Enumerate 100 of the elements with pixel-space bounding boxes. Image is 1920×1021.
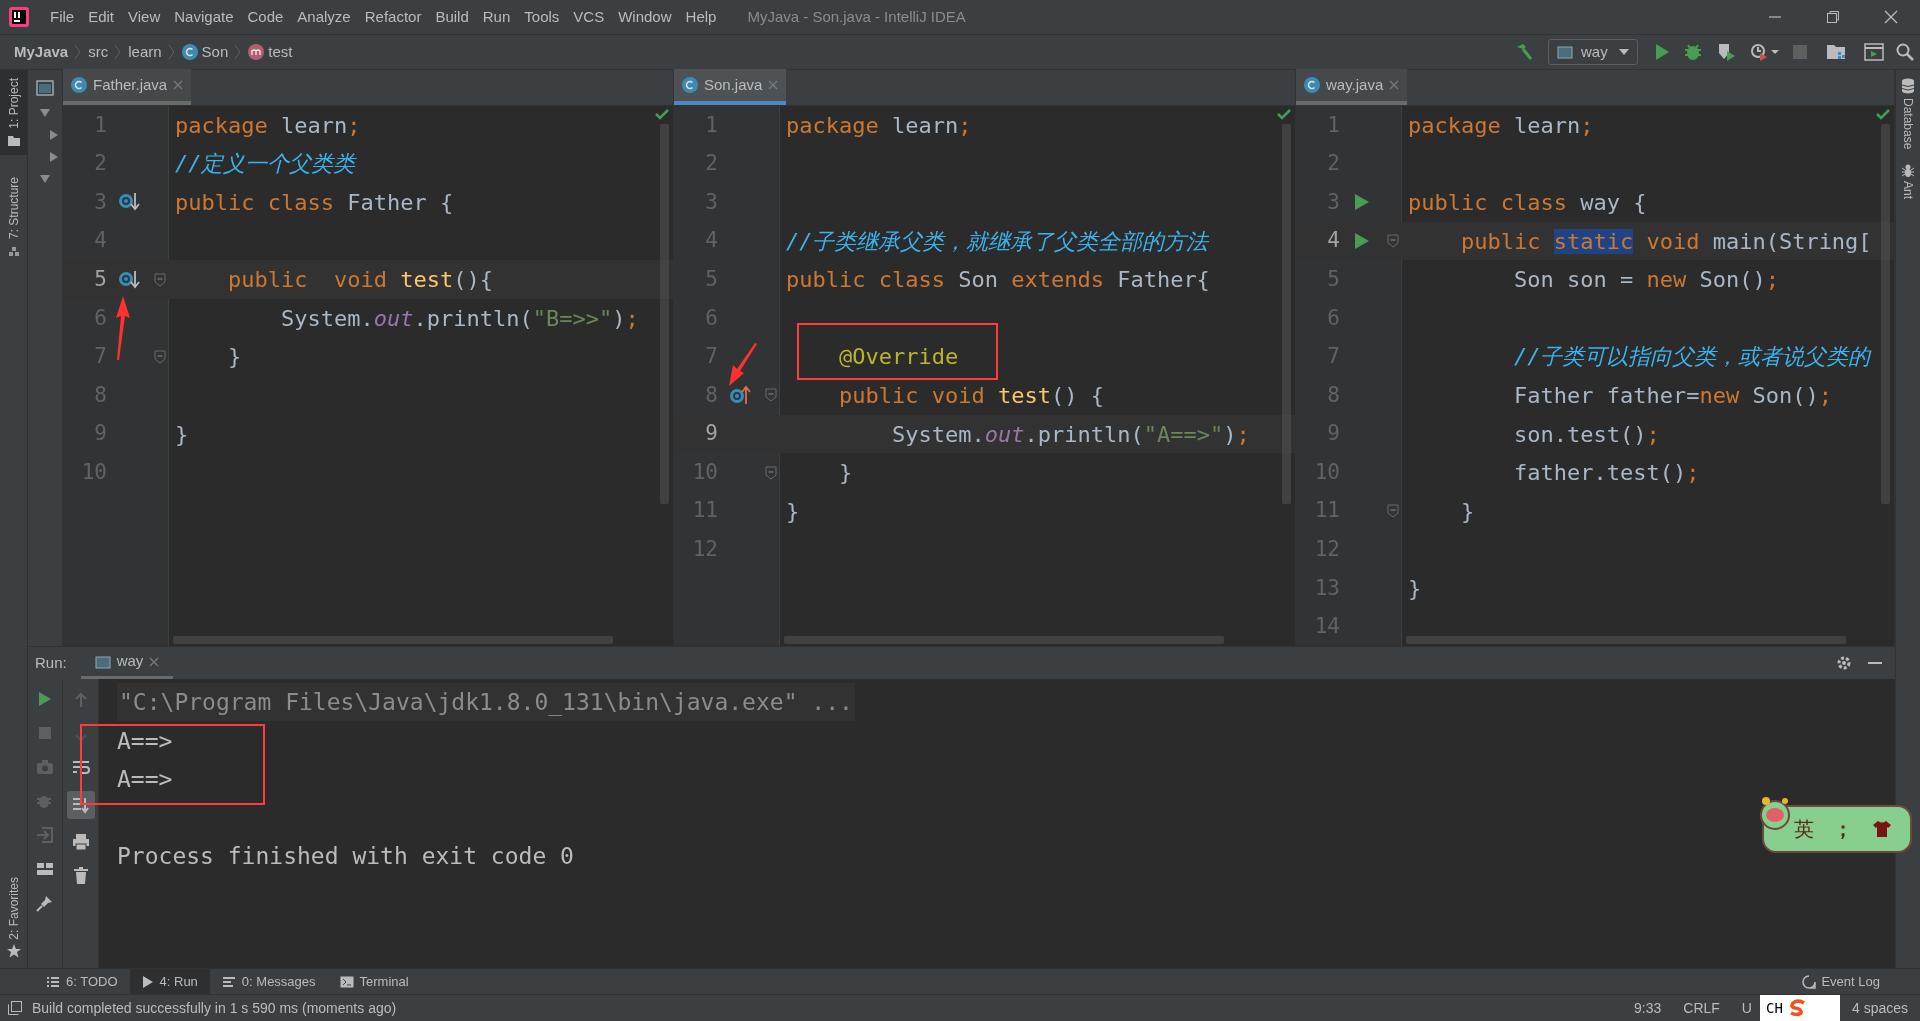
clock-icon[interactable]: [1750, 42, 1780, 62]
toggle-panels-icon[interactable]: [8, 1001, 22, 1015]
collapse-arrow-icon[interactable]: [49, 130, 59, 140]
fold-icon[interactable]: [765, 465, 777, 480]
trash-icon[interactable]: [72, 867, 89, 885]
menu-item[interactable]: Code: [240, 5, 291, 29]
scrollbar[interactable]: [1881, 124, 1890, 504]
menu-item[interactable]: Tools: [517, 5, 567, 29]
star-icon: [6, 944, 21, 958]
scroll-to-end-button[interactable]: [66, 791, 95, 819]
code-line: }: [1459, 498, 1475, 524]
run-icon[interactable]: [38, 691, 52, 707]
window-run-icon[interactable]: [1864, 43, 1884, 61]
caret-icon: [1619, 49, 1629, 55]
fold-icon[interactable]: [1387, 504, 1399, 519]
panel-toggle-icon[interactable]: [36, 80, 54, 96]
pin-icon[interactable]: [36, 894, 54, 912]
settings-icon[interactable]: [1836, 655, 1852, 671]
run-icon[interactable]: [1354, 193, 1370, 212]
expand-arrow-icon[interactable]: [40, 174, 50, 184]
menu-item[interactable]: View: [121, 5, 168, 29]
code-line: //定义一个父类类: [175, 151, 356, 177]
breadcrumb-item[interactable]: learn: [128, 40, 162, 64]
up-arrow-icon[interactable]: [73, 692, 88, 708]
restore-icon[interactable]: [1826, 10, 1840, 24]
breadcrumb-item[interactable]: test: [268, 40, 293, 64]
breadcrumb-item[interactable]: src: [88, 40, 109, 64]
bug-icon[interactable]: [1684, 43, 1702, 61]
menu-item[interactable]: Run: [475, 5, 518, 29]
target-up-arrow-icon[interactable]: [729, 384, 751, 407]
indent-setting[interactable]: 4 spaces: [1851, 997, 1908, 1019]
input-mode[interactable]: 英: [1793, 814, 1814, 844]
target-down-arrow-icon[interactable]: [118, 268, 140, 291]
layout-icon[interactable]: [36, 862, 54, 876]
code-line: //子类继承父类，就继承了父类全部的方法: [786, 228, 1209, 254]
code-line: }: [226, 344, 242, 370]
close-icon[interactable]: [149, 656, 160, 667]
menu-item[interactable]: File: [43, 5, 82, 29]
event-log-tab[interactable]: Event Log: [1802, 971, 1880, 992]
close-icon[interactable]: [1884, 10, 1898, 24]
check-icon: [1277, 108, 1291, 120]
import-arrow-icon[interactable]: [36, 826, 54, 844]
list-icon: [46, 975, 60, 988]
scrollbar[interactable]: [1282, 124, 1291, 504]
code-line: System.out.println("B=>>");: [279, 305, 639, 331]
scroll-to-end-icon: [71, 796, 90, 814]
shield-run-icon[interactable]: [1716, 42, 1736, 62]
stop-icon[interactable]: [1792, 44, 1808, 60]
breadcrumb-item[interactable]: MyJava: [14, 40, 69, 64]
fold-icon[interactable]: [1387, 234, 1399, 249]
tool-window-tab[interactable]: 0: Messages: [209, 968, 328, 995]
fold-icon[interactable]: [765, 388, 777, 403]
fold-icon[interactable]: [154, 349, 166, 364]
tool-window-tab[interactable]: 2: Favorites: [0, 877, 27, 968]
tool-window-tab[interactable]: Terminal: [327, 968, 421, 995]
editor-tab[interactable]: way.java: [1296, 69, 1408, 105]
menu-item[interactable]: Edit: [81, 5, 122, 29]
editor-tab[interactable]: Father.java: [63, 69, 192, 105]
input-method-bar[interactable]: 英 ；: [1762, 805, 1912, 853]
menu-item[interactable]: Navigate: [167, 5, 241, 29]
tool-window-tab[interactable]: 1: Project: [0, 70, 27, 155]
code-line: }: [786, 498, 800, 524]
soft-wrap-icon[interactable]: [71, 759, 90, 777]
fold-icon[interactable]: [154, 272, 166, 287]
editor-tab[interactable]: Son.java: [674, 69, 787, 105]
input-method-indicator[interactable]: CH: [1759, 994, 1840, 1021]
tool-window-tab[interactable]: 4: Run: [129, 968, 210, 995]
collapse-arrow-icon[interactable]: [49, 152, 59, 162]
search-icon[interactable]: [1896, 43, 1914, 61]
lines-icon: [221, 975, 236, 988]
file-encoding[interactable]: U: [1741, 997, 1752, 1019]
menu-item[interactable]: VCS: [566, 5, 612, 29]
tool-window-tab[interactable]: Ant: [1899, 163, 1917, 200]
menu-item[interactable]: Help: [678, 5, 724, 29]
app-logo-icon[interactable]: [9, 7, 29, 27]
shirt-icon[interactable]: [1872, 820, 1893, 838]
run-icon[interactable]: [1654, 43, 1670, 61]
menu-item[interactable]: Refactor: [357, 5, 429, 29]
method-icon: [248, 44, 265, 60]
folder-icon[interactable]: [1826, 43, 1846, 61]
expand-arrow-icon[interactable]: [40, 108, 50, 118]
stop-icon[interactable]: [38, 726, 52, 740]
breadcrumb-item[interactable]: Son: [201, 40, 229, 64]
caret-position[interactable]: 9:33: [1634, 997, 1662, 1019]
minimize-icon[interactable]: [1868, 661, 1882, 665]
run-config-dropdown[interactable]: way: [1548, 39, 1638, 65]
punctuation-mode[interactable]: ；: [1833, 814, 1853, 844]
print-icon[interactable]: [71, 833, 90, 851]
code-line: System.out.println("A==>");: [890, 421, 1250, 447]
scrollbar[interactable]: [660, 124, 669, 504]
code-line: public void test(){: [226, 267, 493, 293]
menu-item[interactable]: Window: [611, 5, 679, 29]
camera-icon[interactable]: [36, 759, 54, 775]
menu-item[interactable]: Analyze: [290, 5, 358, 29]
run-icon[interactable]: [1354, 232, 1370, 251]
line-separator[interactable]: CRLF: [1683, 997, 1720, 1019]
tool-window-tab[interactable]: Database: [1899, 78, 1917, 150]
menu-item[interactable]: Build: [428, 5, 476, 29]
tool-window-tab[interactable]: 7: Structure: [0, 168, 27, 265]
tool-window-tab[interactable]: 6: TODO: [34, 968, 130, 995]
